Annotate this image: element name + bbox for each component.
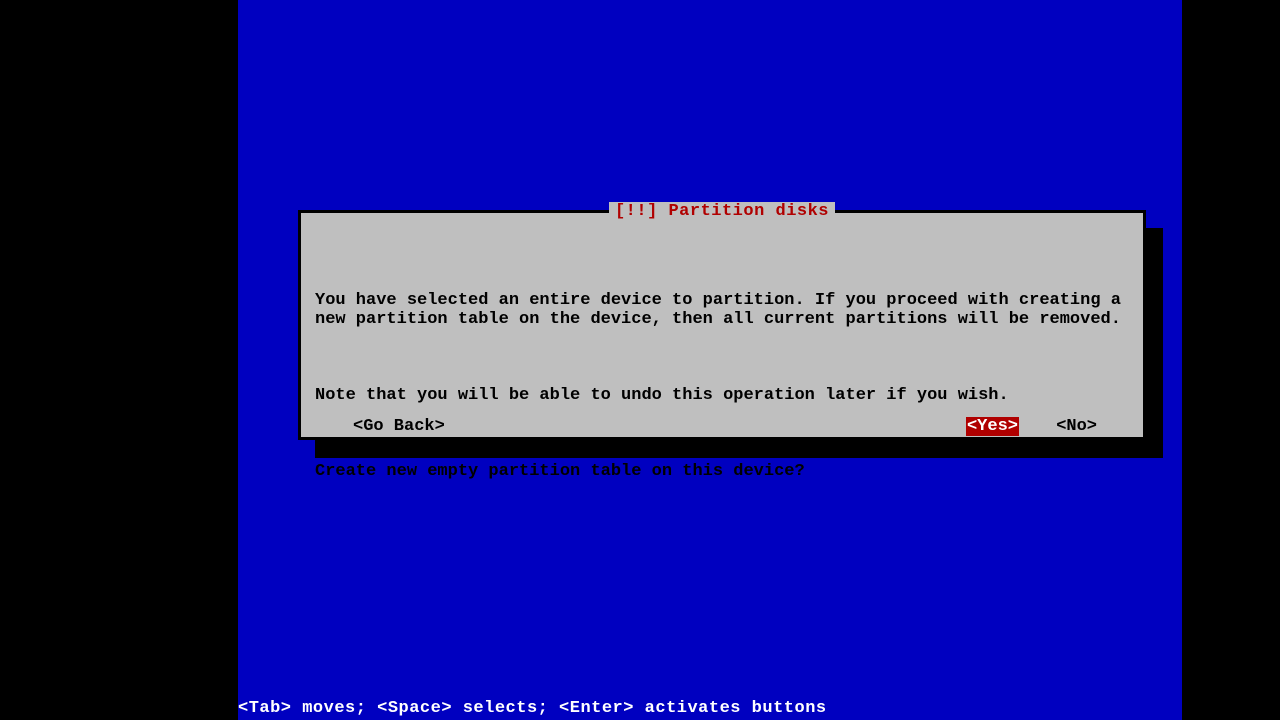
- no-button[interactable]: <No>: [1056, 417, 1097, 436]
- dialog-title: [!!] Partition disks: [609, 202, 835, 221]
- dialog-paragraph-1: You have selected an entire device to pa…: [315, 291, 1135, 329]
- dialog-body: You have selected an entire device to pa…: [315, 253, 1135, 538]
- go-back-button[interactable]: <Go Back>: [353, 417, 445, 436]
- dialog-question: Create new empty partition table on this…: [315, 462, 1135, 481]
- dialog-paragraph-2: Note that you will be able to undo this …: [315, 386, 1135, 405]
- dialog-title-wrap: [!!] Partition disks: [301, 202, 1143, 221]
- help-line: <Tab> moves; <Space> selects; <Enter> ac…: [238, 699, 827, 718]
- yes-button[interactable]: <Yes>: [966, 417, 1019, 436]
- partition-dialog: [!!] Partition disks You have selected a…: [298, 210, 1146, 440]
